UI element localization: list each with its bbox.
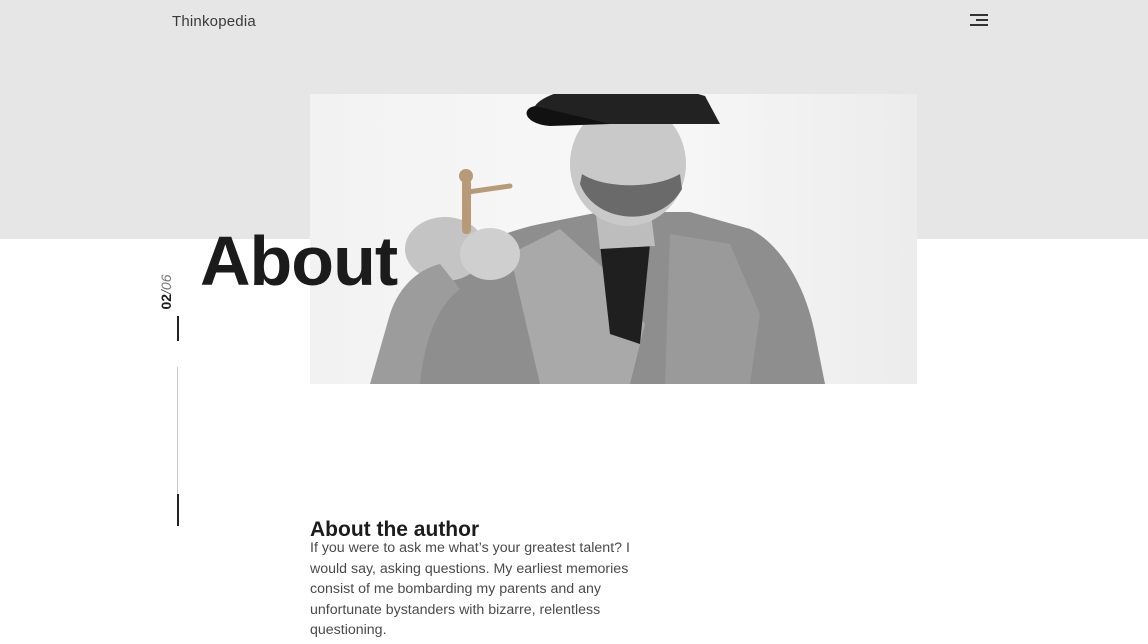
brand-logo[interactable]: Thinkopedia — [172, 13, 256, 30]
hero-photo-illustration — [310, 94, 917, 384]
page-title: About — [200, 221, 398, 300]
hamburger-menu-icon[interactable] — [966, 10, 990, 30]
about-author-text: If you were to ask me what’s your greate… — [310, 540, 630, 638]
page-counter-separator: / — [158, 290, 174, 294]
counter-divider-line — [177, 316, 179, 341]
menu-line — [976, 19, 988, 21]
scroll-progress-indicator — [176, 494, 179, 526]
page-counter: 02/06 — [158, 267, 182, 317]
page-counter-total: 06 — [158, 274, 174, 291]
site-header: Thinkopedia — [0, 0, 1148, 44]
scroll-progress-track — [177, 367, 178, 494]
hero-photo — [310, 94, 917, 384]
page-counter-current: 02 — [158, 293, 174, 310]
menu-line — [970, 24, 988, 26]
menu-line — [970, 14, 988, 16]
